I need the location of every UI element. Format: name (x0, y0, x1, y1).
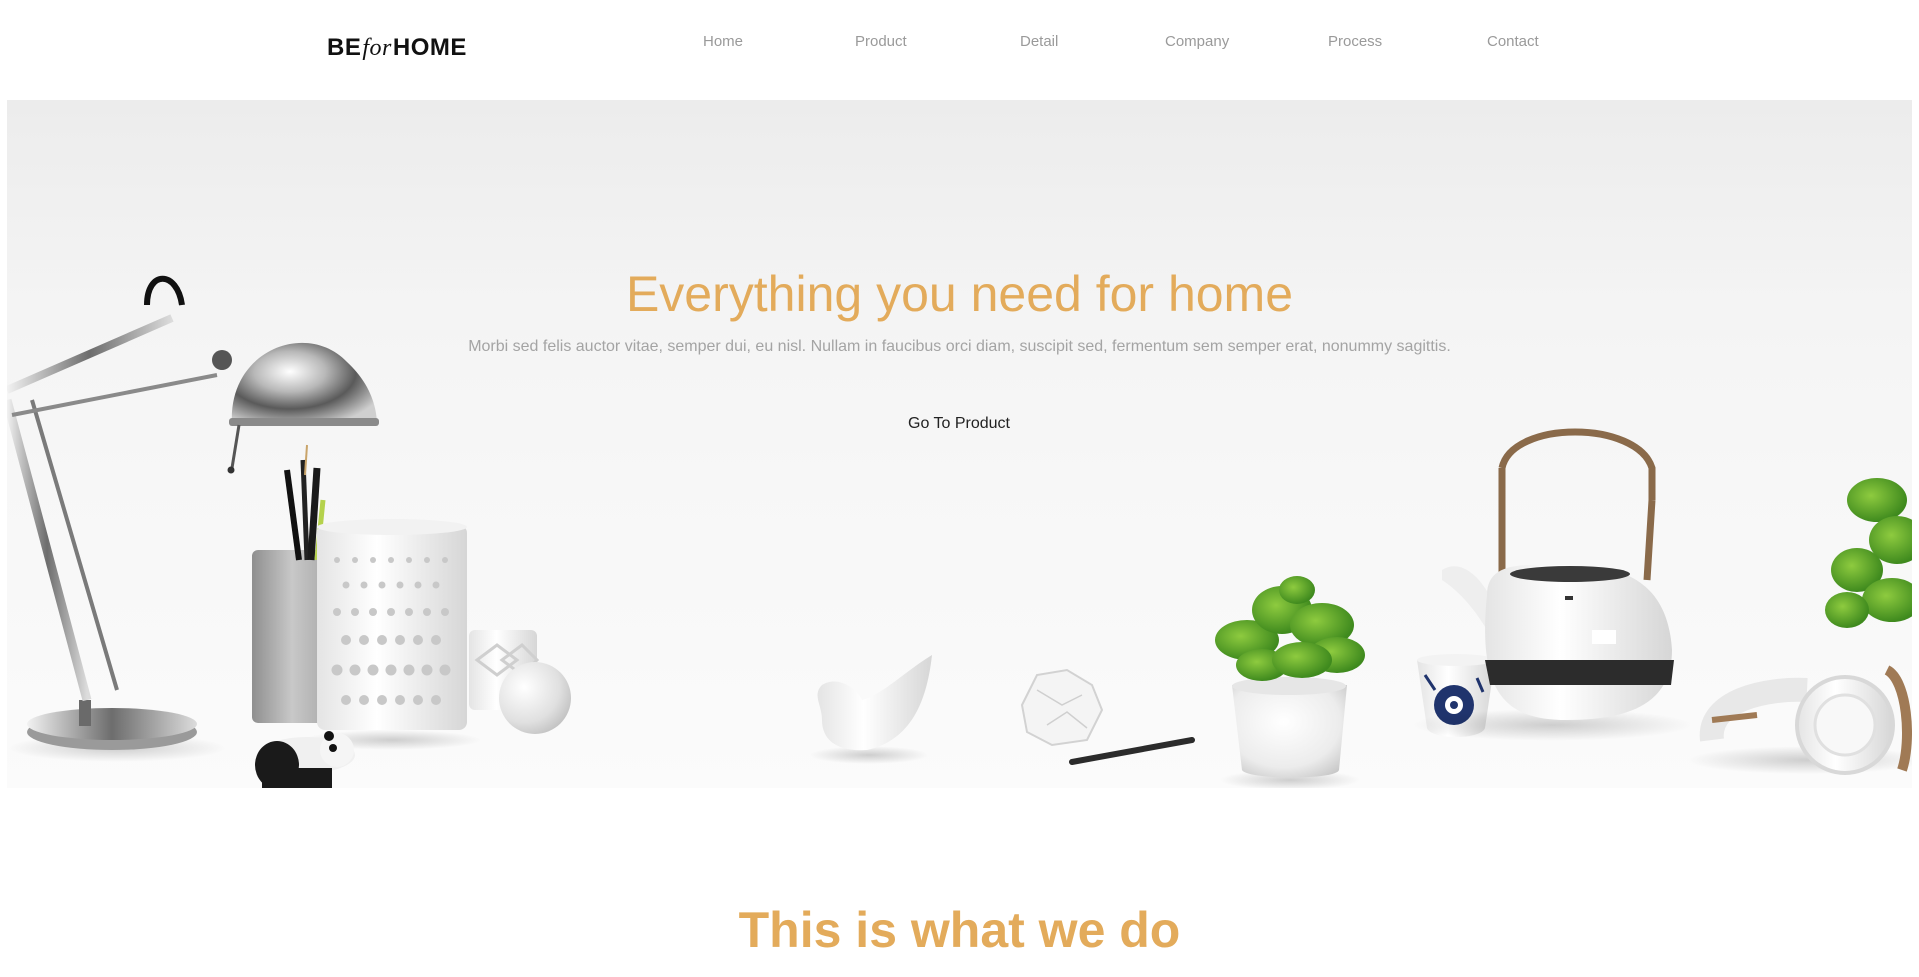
hero-subtitle: Morbi sed felis auctor vitae, semper dui… (468, 338, 1451, 355)
ceramic-bird-illustration (809, 655, 932, 764)
nav-item-detail[interactable]: Detail (1020, 30, 1058, 54)
right-plant-illustration (1825, 478, 1912, 628)
perforated-vase-illustration (302, 519, 571, 750)
nav-item-process[interactable]: Process (1328, 30, 1382, 54)
nav-item-company[interactable]: Company (1165, 30, 1229, 54)
go-to-product-button[interactable]: Go To Product (894, 412, 1024, 436)
pencil-illustration (1069, 737, 1195, 765)
main-nav: Home Product Detail Company Process Cont… (0, 30, 1919, 54)
nav-item-contact[interactable]: Contact (1487, 30, 1539, 54)
panda-figurine-illustration (255, 731, 355, 788)
crumpled-paper-illustration (1020, 668, 1104, 747)
section-title: This is what we do (738, 901, 1181, 958)
hero-background-image (7, 275, 1912, 788)
potted-plant-illustration (1215, 576, 1365, 788)
site-header: BEforHOME Home Product Detail Company Pr… (0, 0, 1919, 100)
headphones-illustration (1687, 665, 1912, 775)
nav-item-product[interactable]: Product (855, 30, 907, 54)
hero-title: Everything you need for home (625, 265, 1294, 322)
nav-item-home[interactable]: Home (703, 30, 743, 54)
hero-banner: Everything you need for home Morbi sed f… (7, 100, 1912, 788)
